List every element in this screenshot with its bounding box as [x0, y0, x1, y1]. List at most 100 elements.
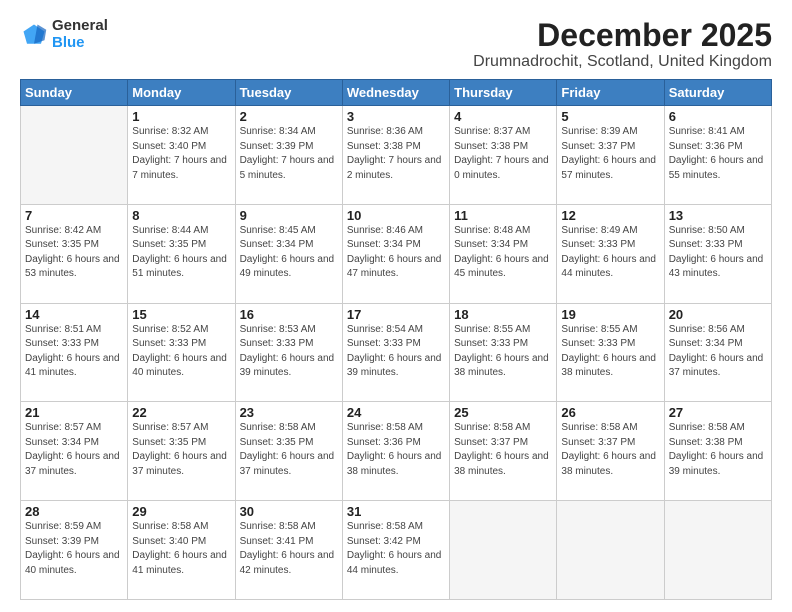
day-number: 26 — [561, 405, 659, 420]
day-info: Sunrise: 8:42 AMSunset: 3:35 PMDaylight:… — [25, 224, 123, 282]
logo-text: General Blue — [52, 18, 108, 51]
day-number: 4 — [454, 109, 552, 124]
day-number: 27 — [669, 405, 767, 420]
day-info: Sunrise: 8:41 AMSunset: 3:36 PMDaylight:… — [669, 125, 767, 183]
calendar-day: 22Sunrise: 8:57 AMSunset: 3:35 PMDayligh… — [128, 402, 235, 501]
calendar-day: 9Sunrise: 8:45 AMSunset: 3:34 PMDaylight… — [235, 204, 342, 303]
day-number: 6 — [669, 109, 767, 124]
day-info: Sunrise: 8:54 AMSunset: 3:33 PMDaylight:… — [347, 323, 445, 381]
day-number: 31 — [347, 504, 445, 519]
day-info: Sunrise: 8:46 AMSunset: 3:34 PMDaylight:… — [347, 224, 445, 282]
day-number: 16 — [240, 307, 338, 322]
calendar-day — [664, 501, 771, 600]
day-number: 11 — [454, 208, 552, 223]
day-number: 22 — [132, 405, 230, 420]
calendar-day: 15Sunrise: 8:52 AMSunset: 3:33 PMDayligh… — [128, 303, 235, 402]
day-number: 24 — [347, 405, 445, 420]
day-info: Sunrise: 8:58 AMSunset: 3:36 PMDaylight:… — [347, 421, 445, 479]
day-info: Sunrise: 8:58 AMSunset: 3:42 PMDaylight:… — [347, 520, 445, 578]
day-info: Sunrise: 8:58 AMSunset: 3:38 PMDaylight:… — [669, 421, 767, 479]
day-info: Sunrise: 8:37 AMSunset: 3:38 PMDaylight:… — [454, 125, 552, 183]
day-number: 29 — [132, 504, 230, 519]
calendar-day: 11Sunrise: 8:48 AMSunset: 3:34 PMDayligh… — [450, 204, 557, 303]
calendar-header: Sunday Monday Tuesday Wednesday Thursday… — [21, 80, 772, 106]
day-info: Sunrise: 8:58 AMSunset: 3:35 PMDaylight:… — [240, 421, 338, 479]
calendar-day: 30Sunrise: 8:58 AMSunset: 3:41 PMDayligh… — [235, 501, 342, 600]
calendar-week-3: 14Sunrise: 8:51 AMSunset: 3:33 PMDayligh… — [21, 303, 772, 402]
day-number: 12 — [561, 208, 659, 223]
day-number: 3 — [347, 109, 445, 124]
day-info: Sunrise: 8:55 AMSunset: 3:33 PMDaylight:… — [454, 323, 552, 381]
header-tuesday: Tuesday — [235, 80, 342, 106]
day-info: Sunrise: 8:57 AMSunset: 3:35 PMDaylight:… — [132, 421, 230, 479]
calendar-day: 25Sunrise: 8:58 AMSunset: 3:37 PMDayligh… — [450, 402, 557, 501]
day-number: 25 — [454, 405, 552, 420]
calendar-day: 5Sunrise: 8:39 AMSunset: 3:37 PMDaylight… — [557, 106, 664, 205]
header-friday: Friday — [557, 80, 664, 106]
logo-icon — [20, 21, 48, 49]
calendar-day — [21, 106, 128, 205]
header-sunday: Sunday — [21, 80, 128, 106]
calendar-day: 17Sunrise: 8:54 AMSunset: 3:33 PMDayligh… — [342, 303, 449, 402]
day-info: Sunrise: 8:53 AMSunset: 3:33 PMDaylight:… — [240, 323, 338, 381]
calendar-day: 7Sunrise: 8:42 AMSunset: 3:35 PMDaylight… — [21, 204, 128, 303]
calendar-day: 26Sunrise: 8:58 AMSunset: 3:37 PMDayligh… — [557, 402, 664, 501]
day-info: Sunrise: 8:48 AMSunset: 3:34 PMDaylight:… — [454, 224, 552, 282]
calendar-day: 28Sunrise: 8:59 AMSunset: 3:39 PMDayligh… — [21, 501, 128, 600]
day-number: 21 — [25, 405, 123, 420]
calendar-day: 29Sunrise: 8:58 AMSunset: 3:40 PMDayligh… — [128, 501, 235, 600]
day-info: Sunrise: 8:39 AMSunset: 3:37 PMDaylight:… — [561, 125, 659, 183]
calendar-week-2: 7Sunrise: 8:42 AMSunset: 3:35 PMDaylight… — [21, 204, 772, 303]
day-number: 15 — [132, 307, 230, 322]
title-block: December 2025 Drumnadrochit, Scotland, U… — [473, 18, 772, 71]
calendar-day — [450, 501, 557, 600]
day-info: Sunrise: 8:59 AMSunset: 3:39 PMDaylight:… — [25, 520, 123, 578]
calendar-day — [557, 501, 664, 600]
calendar-day: 18Sunrise: 8:55 AMSunset: 3:33 PMDayligh… — [450, 303, 557, 402]
day-number: 1 — [132, 109, 230, 124]
header-row: Sunday Monday Tuesday Wednesday Thursday… — [21, 80, 772, 106]
day-number: 23 — [240, 405, 338, 420]
calendar-day: 4Sunrise: 8:37 AMSunset: 3:38 PMDaylight… — [450, 106, 557, 205]
calendar-day: 8Sunrise: 8:44 AMSunset: 3:35 PMDaylight… — [128, 204, 235, 303]
day-number: 19 — [561, 307, 659, 322]
calendar-day: 3Sunrise: 8:36 AMSunset: 3:38 PMDaylight… — [342, 106, 449, 205]
day-number: 10 — [347, 208, 445, 223]
calendar-day: 23Sunrise: 8:58 AMSunset: 3:35 PMDayligh… — [235, 402, 342, 501]
calendar-subtitle: Drumnadrochit, Scotland, United Kingdom — [473, 53, 772, 71]
day-number: 13 — [669, 208, 767, 223]
day-number: 14 — [25, 307, 123, 322]
calendar-day: 19Sunrise: 8:55 AMSunset: 3:33 PMDayligh… — [557, 303, 664, 402]
calendar-body: 1Sunrise: 8:32 AMSunset: 3:40 PMDaylight… — [21, 106, 772, 600]
day-info: Sunrise: 8:57 AMSunset: 3:34 PMDaylight:… — [25, 421, 123, 479]
calendar-day: 6Sunrise: 8:41 AMSunset: 3:36 PMDaylight… — [664, 106, 771, 205]
day-info: Sunrise: 8:55 AMSunset: 3:33 PMDaylight:… — [561, 323, 659, 381]
calendar-table: Sunday Monday Tuesday Wednesday Thursday… — [20, 79, 772, 600]
day-info: Sunrise: 8:52 AMSunset: 3:33 PMDaylight:… — [132, 323, 230, 381]
day-info: Sunrise: 8:51 AMSunset: 3:33 PMDaylight:… — [25, 323, 123, 381]
day-number: 8 — [132, 208, 230, 223]
calendar-day: 10Sunrise: 8:46 AMSunset: 3:34 PMDayligh… — [342, 204, 449, 303]
calendar-day: 21Sunrise: 8:57 AMSunset: 3:34 PMDayligh… — [21, 402, 128, 501]
day-number: 2 — [240, 109, 338, 124]
header: General Blue December 2025 Drumnadrochit… — [20, 18, 772, 71]
page: General Blue December 2025 Drumnadrochit… — [0, 0, 792, 612]
calendar-title: December 2025 — [473, 18, 772, 53]
day-number: 7 — [25, 208, 123, 223]
logo-blue-text: Blue — [52, 35, 108, 52]
calendar-week-4: 21Sunrise: 8:57 AMSunset: 3:34 PMDayligh… — [21, 402, 772, 501]
header-monday: Monday — [128, 80, 235, 106]
day-info: Sunrise: 8:58 AMSunset: 3:41 PMDaylight:… — [240, 520, 338, 578]
day-number: 17 — [347, 307, 445, 322]
logo-general-text: General — [52, 18, 108, 35]
day-info: Sunrise: 8:34 AMSunset: 3:39 PMDaylight:… — [240, 125, 338, 183]
day-number: 28 — [25, 504, 123, 519]
day-info: Sunrise: 8:50 AMSunset: 3:33 PMDaylight:… — [669, 224, 767, 282]
calendar-day: 24Sunrise: 8:58 AMSunset: 3:36 PMDayligh… — [342, 402, 449, 501]
day-info: Sunrise: 8:58 AMSunset: 3:37 PMDaylight:… — [561, 421, 659, 479]
day-info: Sunrise: 8:49 AMSunset: 3:33 PMDaylight:… — [561, 224, 659, 282]
day-number: 9 — [240, 208, 338, 223]
day-number: 18 — [454, 307, 552, 322]
calendar-week-5: 28Sunrise: 8:59 AMSunset: 3:39 PMDayligh… — [21, 501, 772, 600]
calendar-day: 27Sunrise: 8:58 AMSunset: 3:38 PMDayligh… — [664, 402, 771, 501]
